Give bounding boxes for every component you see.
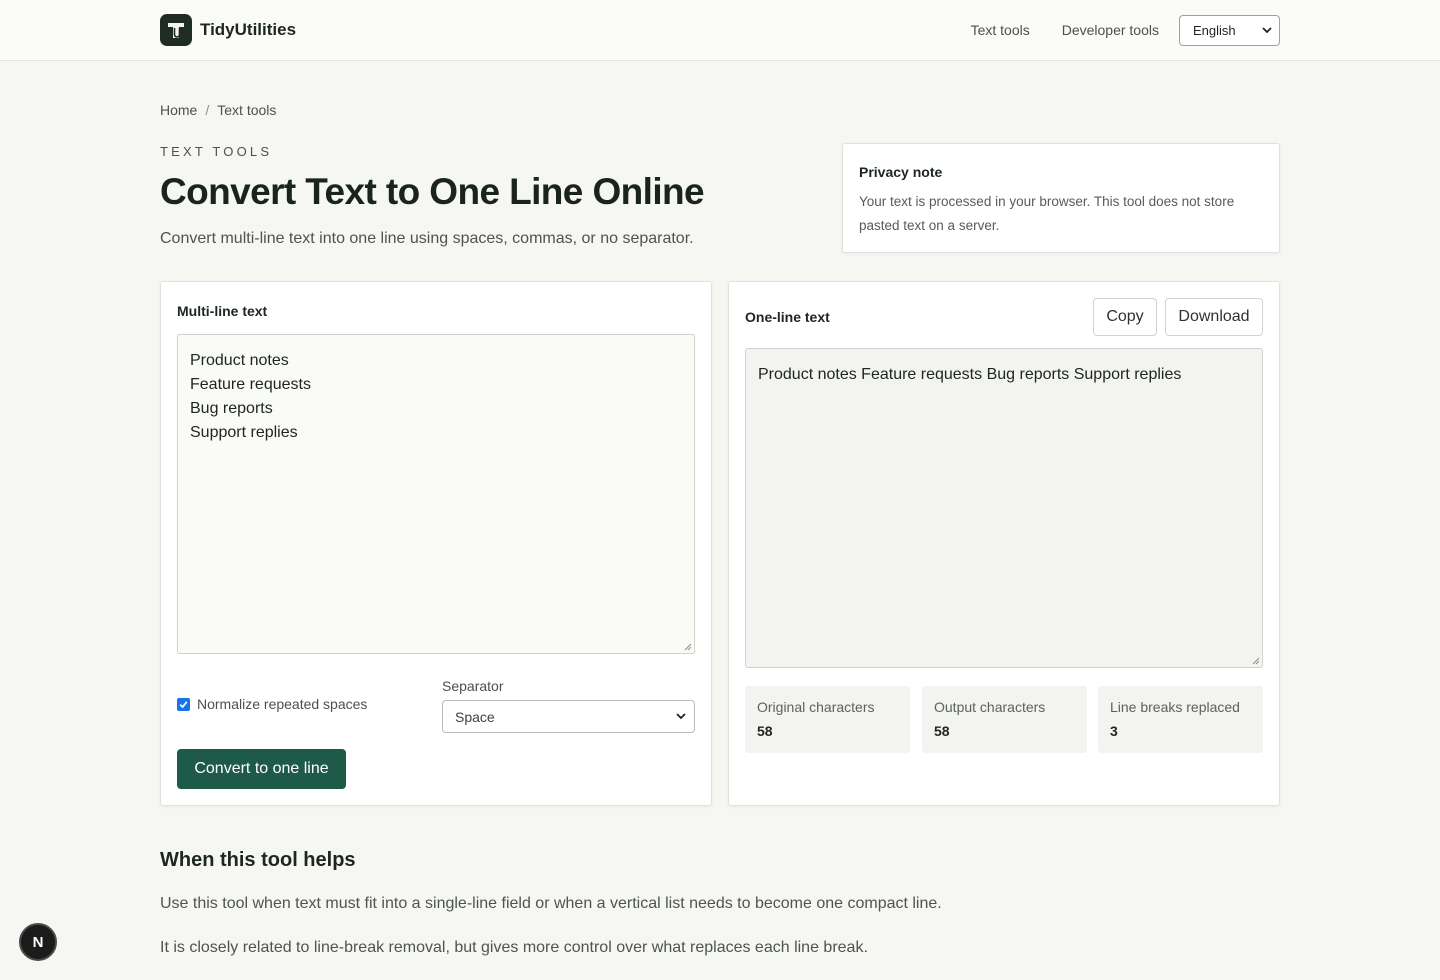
stat-label: Line breaks replaced — [1110, 699, 1240, 715]
normalize-spaces-checkbox[interactable] — [177, 697, 190, 711]
tidyutilities-logo-icon — [160, 14, 192, 46]
stat-label: Original characters — [757, 699, 875, 715]
privacy-note-title: Privacy note — [859, 164, 943, 180]
eyebrow-label: TEXT TOOLS — [160, 144, 273, 159]
stat-value: 58 — [757, 723, 773, 739]
language-select-value: English — [1193, 22, 1236, 38]
input-line: Product notes — [190, 352, 289, 369]
breadcrumb: Home / Text tools — [160, 102, 276, 118]
brand-name: TidyUtilities — [200, 20, 297, 39]
input-panel: Multi-line text Product notes Feature re… — [160, 281, 712, 806]
checkmark-icon — [179, 700, 188, 708]
resize-grip-icon[interactable] — [1252, 657, 1260, 665]
stat-label: Output characters — [934, 699, 1046, 715]
chevron-down-icon — [1262, 26, 1272, 33]
stat-value: 58 — [934, 723, 950, 739]
normalize-spaces-label: Normalize repeated spaces — [197, 696, 368, 712]
download-button[interactable]: Download — [1165, 298, 1263, 336]
separator-label: Separator — [442, 678, 504, 694]
nav-link-developer-tools[interactable]: Developer tools — [1062, 22, 1159, 38]
input-label: Multi-line text — [177, 303, 268, 319]
output-label: One-line text — [745, 309, 830, 325]
convert-button[interactable]: Convert to one line — [177, 749, 346, 789]
separator-select-value: Space — [455, 708, 495, 725]
stat-value: 3 — [1110, 723, 1118, 739]
breadcrumb-home[interactable]: Home — [160, 102, 197, 118]
privacy-note-card: Privacy note Your text is processed in y… — [842, 143, 1280, 253]
brand-link[interactable]: TidyUtilities — [160, 14, 296, 46]
one-line-text-output[interactable]: Product notes Feature requests Bug repor… — [745, 348, 1263, 668]
stat-original-characters: Original characters 58 — [745, 686, 910, 753]
stat-output-characters: Output characters 58 — [922, 686, 1087, 753]
breadcrumb-separator: / — [205, 102, 210, 118]
input-line: Support replies — [190, 424, 298, 441]
info-paragraph: It is closely related to line-break remo… — [160, 939, 868, 956]
nextjs-badge-icon[interactable]: N — [19, 923, 57, 961]
output-text: Product notes Feature requests Bug repor… — [758, 366, 1182, 383]
top-bar: TidyUtilities Text tools Developer tools… — [0, 0, 1440, 61]
copy-button[interactable]: Copy — [1093, 298, 1157, 336]
stat-line-breaks-replaced: Line breaks replaced 3 — [1098, 686, 1263, 753]
info-section-title: When this tool helps — [160, 849, 356, 871]
resize-grip-icon[interactable] — [684, 643, 692, 651]
separator-select[interactable]: Space — [442, 700, 695, 733]
page-subtitle: Convert multi-line text into one line us… — [160, 230, 694, 247]
language-select[interactable]: English — [1179, 14, 1280, 46]
nav-link-text-tools[interactable]: Text tools — [971, 22, 1030, 38]
info-paragraph: Use this tool when text must fit into a … — [160, 895, 942, 912]
multiline-text-input[interactable]: Product notes Feature requests Bug repor… — [177, 334, 695, 654]
privacy-note-text: Your text is processed in your browser. … — [859, 194, 1235, 233]
chevron-down-icon — [676, 713, 686, 720]
top-bar-inner: TidyUtilities Text tools Developer tools… — [160, 0, 1280, 60]
input-line: Feature requests — [190, 376, 311, 393]
page-title: Convert Text to One Line Online — [160, 171, 705, 212]
normalize-spaces-option[interactable]: Normalize repeated spaces — [177, 696, 367, 712]
input-line: Bug reports — [190, 400, 273, 417]
output-panel: One-line text Copy Download Product note… — [728, 281, 1280, 806]
breadcrumb-current[interactable]: Text tools — [217, 102, 276, 118]
main-nav: Text tools Developer tools English — [971, 14, 1280, 46]
